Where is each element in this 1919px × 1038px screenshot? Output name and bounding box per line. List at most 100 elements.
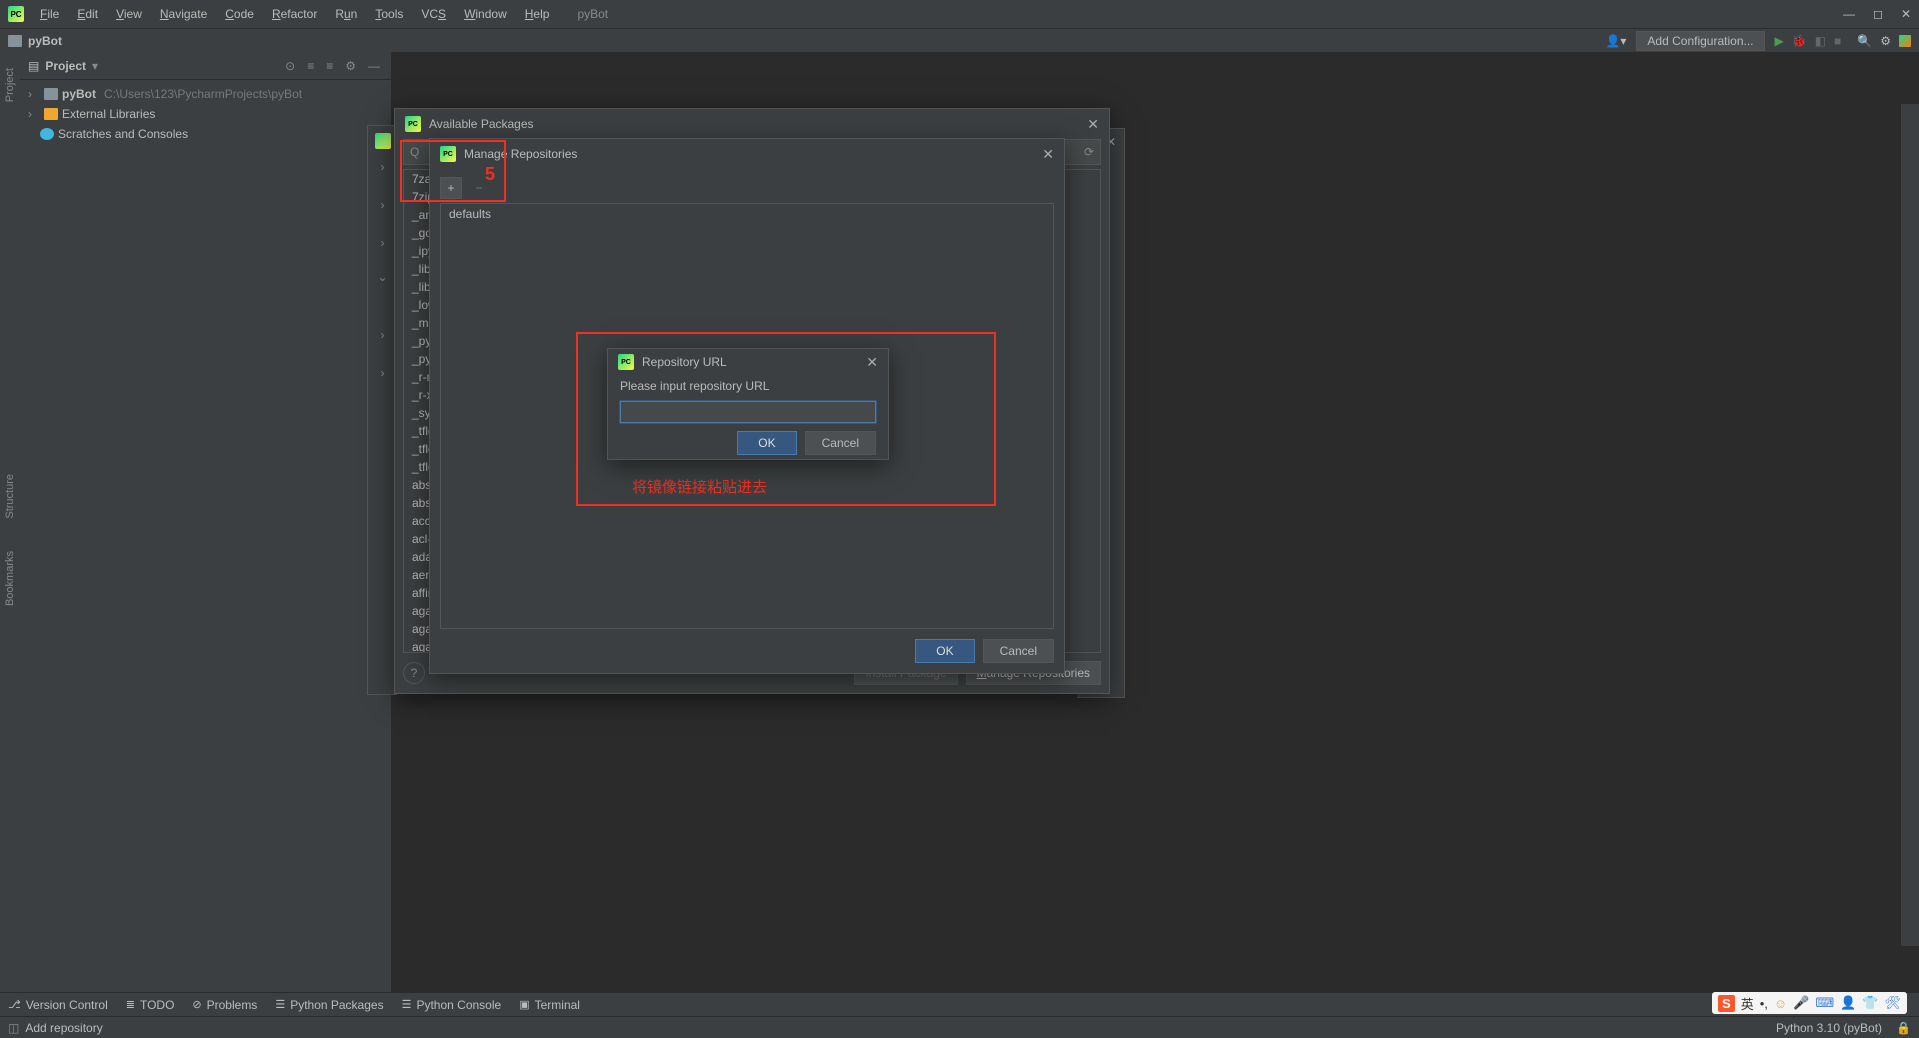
add-repo-button[interactable]: +: [440, 177, 462, 199]
tool-terminal[interactable]: ▣Terminal: [519, 998, 580, 1012]
chevron-down-icon[interactable]: ⌄: [377, 270, 387, 284]
cancel-button[interactable]: Cancel: [983, 639, 1054, 663]
expand-icon[interactable]: ≡: [304, 59, 317, 73]
left-tool-gutter: Project Structure Bookmarks: [0, 52, 20, 992]
right-gutter: [1901, 104, 1919, 946]
breadcrumb-project[interactable]: pyBot: [28, 34, 62, 48]
menu-tools[interactable]: Tools: [367, 3, 411, 25]
help-icon[interactable]: ?: [403, 662, 425, 684]
close-icon[interactable]: ✕: [1901, 7, 1911, 21]
breadcrumb: pyBot 👤▾ Add Configuration... ▶ 🐞 ◧ ■ 🔍 …: [0, 28, 1919, 52]
ok-button[interactable]: OK: [915, 639, 974, 663]
ime-s-icon[interactable]: S: [1718, 995, 1735, 1012]
menu-file[interactable]: File: [32, 3, 67, 25]
refresh-icon[interactable]: ⟳: [1084, 145, 1094, 159]
tool-todo[interactable]: ≣TODO: [126, 998, 175, 1012]
settings-dialog-strip: › › › ⌄ › ›: [367, 125, 397, 695]
ime-toolbar[interactable]: S 英 •, ☺ 🎤 ⌨ 👤 👕 🛠: [1712, 992, 1907, 1014]
search-icon[interactable]: 🔍: [1857, 34, 1872, 48]
project-tree: › pyBot C:\Users\123\PycharmProjects\pyB…: [20, 80, 391, 148]
settings-icon[interactable]: ⚙: [1880, 34, 1891, 48]
add-configuration-button[interactable]: Add Configuration...: [1636, 31, 1764, 51]
chevron-right-icon[interactable]: ›: [381, 160, 385, 174]
ime-user-icon[interactable]: 👤: [1840, 995, 1856, 1011]
menu-refactor[interactable]: Refactor: [264, 3, 325, 25]
project-dropdown-icon[interactable]: ▤: [28, 59, 39, 73]
menu-help[interactable]: Help: [517, 3, 558, 25]
ok-button[interactable]: OK: [737, 431, 796, 455]
chevron-down-icon[interactable]: ▾: [92, 59, 98, 73]
ime-lang[interactable]: 英: [1741, 994, 1754, 1013]
ime-punct-icon[interactable]: •,: [1760, 996, 1768, 1011]
stop-icon[interactable]: ■: [1834, 34, 1841, 48]
repository-url-input[interactable]: [620, 401, 876, 423]
statusbar: ◫ Add repository Python 3.10 (pyBot) 🔒: [0, 1016, 1919, 1038]
prompt-label: Please input repository URL: [620, 379, 876, 393]
gutter-project[interactable]: Project: [4, 62, 16, 108]
ime-keyboard-icon[interactable]: ⌨: [1815, 995, 1834, 1011]
tool-problems[interactable]: ⊘Problems: [192, 998, 257, 1012]
menu-window[interactable]: Window: [456, 3, 515, 25]
repo-row[interactable]: defaults: [441, 204, 1053, 224]
list-icon: ≣: [126, 998, 135, 1011]
tree-root[interactable]: › pyBot C:\Users\123\PycharmProjects\pyB…: [20, 84, 391, 104]
tree-external-libs[interactable]: › External Libraries: [20, 104, 391, 124]
ime-mic-icon[interactable]: 🎤: [1793, 995, 1809, 1011]
close-icon[interactable]: ✕: [1087, 116, 1099, 133]
tool-python-console[interactable]: ☰Python Console: [402, 998, 502, 1012]
users-icon[interactable]: 👤▾: [1605, 34, 1626, 48]
menu-view[interactable]: View: [108, 3, 150, 25]
gutter-bookmarks[interactable]: Bookmarks: [4, 545, 16, 612]
chevron-right-icon[interactable]: ›: [381, 328, 385, 342]
target-icon[interactable]: ⊙: [282, 59, 298, 73]
status-layout-icon[interactable]: ◫: [8, 1021, 19, 1035]
ime-tool-icon[interactable]: 🛠: [1884, 995, 1901, 1011]
chevron-right-icon[interactable]: ›: [381, 236, 385, 250]
app-title: pyBot: [577, 7, 608, 21]
chevron-right-icon[interactable]: ›: [381, 366, 385, 380]
scratch-icon: [40, 128, 54, 140]
minimize-icon[interactable]: —: [1843, 7, 1855, 21]
menu-edit[interactable]: Edit: [69, 3, 106, 25]
debug-icon[interactable]: 🐞: [1792, 34, 1807, 48]
pycharm-icon: PC: [618, 354, 634, 370]
bottom-toolbar: ⎇Version Control ≣TODO ⊘Problems ☰Python…: [0, 992, 1919, 1016]
ime-skin-icon[interactable]: 👕: [1862, 995, 1878, 1011]
pycharm-icon: [375, 133, 391, 149]
gear-icon[interactable]: ⚙: [342, 59, 359, 73]
menu-navigate[interactable]: Navigate: [152, 3, 215, 25]
chevron-right-icon[interactable]: ›: [381, 198, 385, 212]
coverage-icon[interactable]: ◧: [1815, 34, 1826, 48]
tool-version-control[interactable]: ⎇Version Control: [8, 998, 108, 1012]
project-panel: ▤ Project ▾ ⊙ ≡ ≡ ⚙ — › pyBot C:\Users\1…: [20, 52, 392, 992]
chevron-right-icon[interactable]: ›: [28, 107, 40, 121]
tool-python-packages[interactable]: ☰Python Packages: [275, 998, 383, 1012]
menu-code[interactable]: Code: [217, 3, 262, 25]
close-icon[interactable]: ✕: [866, 354, 878, 371]
menubar: PC File Edit View Navigate Code Refactor…: [0, 0, 1919, 28]
scratches-label: Scratches and Consoles: [58, 127, 188, 141]
collapse-icon[interactable]: ≡: [323, 59, 336, 73]
lock-icon[interactable]: 🔒: [1896, 1021, 1911, 1035]
maximize-icon[interactable]: ◻: [1873, 7, 1883, 21]
run-icon[interactable]: ▶: [1775, 34, 1784, 48]
interpreter-label[interactable]: Python 3.10 (pyBot): [1776, 1021, 1882, 1035]
search-icon: Q: [410, 145, 419, 159]
branch-icon: ⎇: [8, 998, 21, 1011]
status-message: Add repository: [25, 1021, 102, 1035]
brand-icon[interactable]: [1899, 35, 1911, 47]
pycharm-icon: PC: [8, 6, 24, 22]
terminal-icon: ▣: [519, 998, 529, 1011]
menu-run[interactable]: Run: [327, 3, 365, 25]
dialog-title: Manage Repositories: [464, 147, 577, 161]
chevron-right-icon[interactable]: ›: [28, 87, 40, 101]
package-icon: ☰: [275, 998, 285, 1011]
cancel-button[interactable]: Cancel: [805, 431, 876, 455]
gutter-structure[interactable]: Structure: [4, 468, 16, 525]
annotation-5: 5: [485, 164, 495, 185]
tree-scratches[interactable]: Scratches and Consoles: [20, 124, 391, 144]
close-icon[interactable]: ✕: [1042, 146, 1054, 163]
hide-icon[interactable]: —: [365, 59, 383, 73]
menu-vcs[interactable]: VCS: [413, 3, 454, 25]
ime-emoji-icon[interactable]: ☺: [1774, 996, 1787, 1011]
